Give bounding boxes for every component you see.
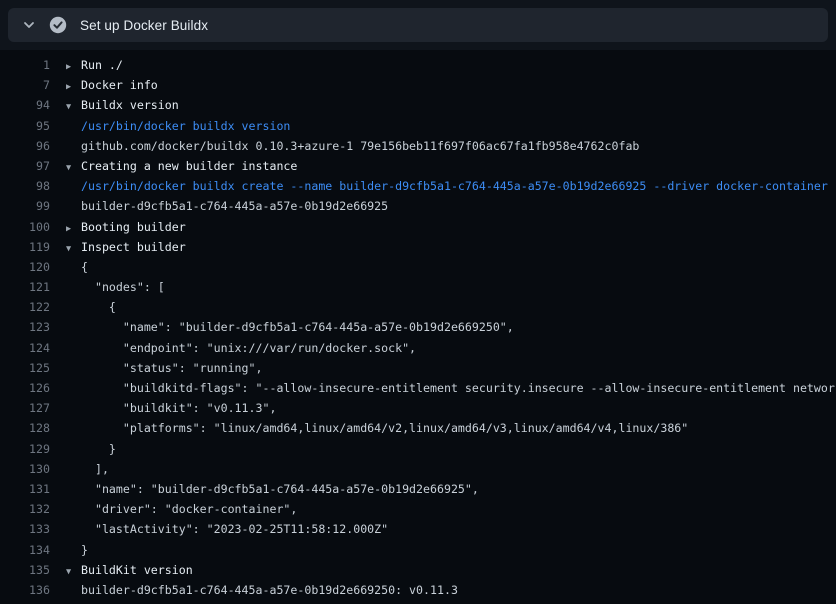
- line-number-link[interactable]: 130: [0, 459, 50, 479]
- line-number-link[interactable]: 134: [0, 540, 50, 560]
- log-line: 120 {: [0, 257, 836, 277]
- line-number-link[interactable]: 135: [0, 560, 50, 580]
- log-line: 121 "nodes": [: [0, 277, 836, 297]
- log-line: 136 builder-d9cfb5a1-c764-445a-a57e-0b19d…: [0, 580, 836, 600]
- log-output-text: "buildkitd-flags": "--allow-insecure-ent…: [81, 378, 836, 398]
- log-group-row[interactable]: 100 ▶Booting builder: [0, 217, 836, 237]
- log-group-row[interactable]: 7 ▶Docker info: [0, 75, 836, 95]
- log-group-title: Booting builder: [81, 217, 186, 237]
- line-number-link[interactable]: 120: [0, 257, 50, 277]
- log-group-row[interactable]: 97 ▼Creating a new builder instance: [0, 156, 836, 176]
- log-output-text: {: [81, 297, 116, 317]
- line-number-link[interactable]: 7: [0, 75, 50, 95]
- triangle-collapsed-icon: ▶: [66, 77, 81, 97]
- line-number-link[interactable]: 136: [0, 580, 50, 600]
- log-output-text: "name": "builder-d9cfb5a1-c764-445a-a57e…: [81, 317, 514, 337]
- check-circle-icon: [49, 16, 67, 34]
- line-number-link[interactable]: 127: [0, 398, 50, 418]
- line-number-link[interactable]: 132: [0, 499, 50, 519]
- log-output-text: "name": "builder-d9cfb5a1-c764-445a-a57e…: [81, 479, 479, 499]
- line-number-link[interactable]: 98: [0, 176, 50, 196]
- line-number-link[interactable]: 124: [0, 338, 50, 358]
- log-output-text: ],: [81, 459, 109, 479]
- log-line: 123 "name": "builder-d9cfb5a1-c764-445a-…: [0, 317, 836, 337]
- log-group-row[interactable]: 135 ▼BuildKit version: [0, 560, 836, 580]
- log-line: 95/usr/bin/docker buildx version: [0, 116, 836, 136]
- line-number-link[interactable]: 121: [0, 277, 50, 297]
- log-command-text: /usr/bin/docker buildx version: [81, 116, 290, 136]
- line-number-link[interactable]: 119: [0, 237, 50, 257]
- log-group-title: Docker info: [81, 75, 158, 95]
- line-number-link[interactable]: 131: [0, 479, 50, 499]
- line-number-link[interactable]: 95: [0, 116, 50, 136]
- log-line: 133 "lastActivity": "2023-02-25T11:58:12…: [0, 519, 836, 539]
- log-output-text: builder-d9cfb5a1-c764-445a-a57e-0b19d2e6…: [81, 580, 458, 600]
- line-number-link[interactable]: 126: [0, 378, 50, 398]
- line-number-link[interactable]: 100: [0, 217, 50, 237]
- log-output-text: "driver": "docker-container",: [81, 499, 297, 519]
- log-group-title: BuildKit version: [81, 560, 193, 580]
- line-number-link[interactable]: 129: [0, 439, 50, 459]
- log-command-text: /usr/bin/docker buildx create --name bui…: [81, 176, 828, 196]
- log-group-row[interactable]: 94 ▼Buildx version: [0, 95, 836, 115]
- line-number-link[interactable]: 128: [0, 418, 50, 438]
- log-output-text: "buildkit": "v0.11.3",: [81, 398, 276, 418]
- log-viewer: 1▶Run ./7▶Docker info94▼Buildx version95…: [0, 50, 836, 600]
- log-output-text: }: [81, 439, 116, 459]
- log-line: 126 "buildkitd-flags": "--allow-insecure…: [0, 378, 836, 398]
- log-line: 125 "status": "running",: [0, 358, 836, 378]
- triangle-expanded-icon: ▼: [66, 158, 81, 178]
- line-number-link[interactable]: 123: [0, 317, 50, 337]
- triangle-expanded-icon: ▼: [66, 562, 81, 582]
- line-number-link[interactable]: 97: [0, 156, 50, 176]
- log-line: 129 }: [0, 439, 836, 459]
- triangle-collapsed-icon: ▶: [66, 219, 81, 239]
- log-line: 96 github.com/docker/buildx 0.10.3+azure-…: [0, 136, 836, 156]
- log-line: 131 "name": "builder-d9cfb5a1-c764-445a-…: [0, 479, 836, 499]
- chevron-down-icon[interactable]: [22, 18, 36, 32]
- log-group-title: Run ./: [81, 55, 123, 75]
- log-output-text: "endpoint": "unix:///var/run/docker.sock…: [81, 338, 416, 358]
- log-output-text: builder-d9cfb5a1-c764-445a-a57e-0b19d2e6…: [81, 196, 388, 216]
- log-output-text: "platforms": "linux/amd64,linux/amd64/v2…: [81, 418, 688, 438]
- log-group-title: Buildx version: [81, 95, 179, 115]
- step-title: Set up Docker Buildx: [80, 18, 208, 33]
- log-line: 124 "endpoint": "unix:///var/run/docker.…: [0, 338, 836, 358]
- log-group-title: Inspect builder: [81, 237, 186, 257]
- log-line: 99 builder-d9cfb5a1-c764-445a-a57e-0b19d2…: [0, 196, 836, 216]
- line-number-link[interactable]: 122: [0, 297, 50, 317]
- log-output-text: "nodes": [: [81, 277, 165, 297]
- line-number-link[interactable]: 96: [0, 136, 50, 156]
- line-number-link[interactable]: 99: [0, 196, 50, 216]
- log-output-text: "status": "running",: [81, 358, 262, 378]
- log-line: 134}: [0, 540, 836, 560]
- triangle-collapsed-icon: ▶: [66, 57, 81, 77]
- log-line: 127 "buildkit": "v0.11.3",: [0, 398, 836, 418]
- step-header[interactable]: Set up Docker Buildx: [8, 8, 828, 42]
- log-line: 130 ],: [0, 459, 836, 479]
- log-output-text: }: [81, 540, 88, 560]
- triangle-expanded-icon: ▼: [66, 97, 81, 117]
- log-line: 132 "driver": "docker-container",: [0, 499, 836, 519]
- log-output-text: "lastActivity": "2023-02-25T11:58:12.000…: [81, 519, 388, 539]
- log-group-row[interactable]: 119 ▼Inspect builder: [0, 237, 836, 257]
- log-output-text: github.com/docker/buildx 0.10.3+azure-1 …: [81, 136, 639, 156]
- log-line: 122 {: [0, 297, 836, 317]
- triangle-expanded-icon: ▼: [66, 239, 81, 259]
- log-line: 128 "platforms": "linux/amd64,linux/amd6…: [0, 418, 836, 438]
- log-line: 98/usr/bin/docker buildx create --name b…: [0, 176, 836, 196]
- line-number-link[interactable]: 94: [0, 95, 50, 115]
- log-output-text: {: [81, 257, 88, 277]
- log-group-row[interactable]: 1 ▶Run ./: [0, 55, 836, 75]
- log-group-title: Creating a new builder instance: [81, 156, 297, 176]
- line-number-link[interactable]: 133: [0, 519, 50, 539]
- line-number-link[interactable]: 1: [0, 55, 50, 75]
- line-number-link[interactable]: 125: [0, 358, 50, 378]
